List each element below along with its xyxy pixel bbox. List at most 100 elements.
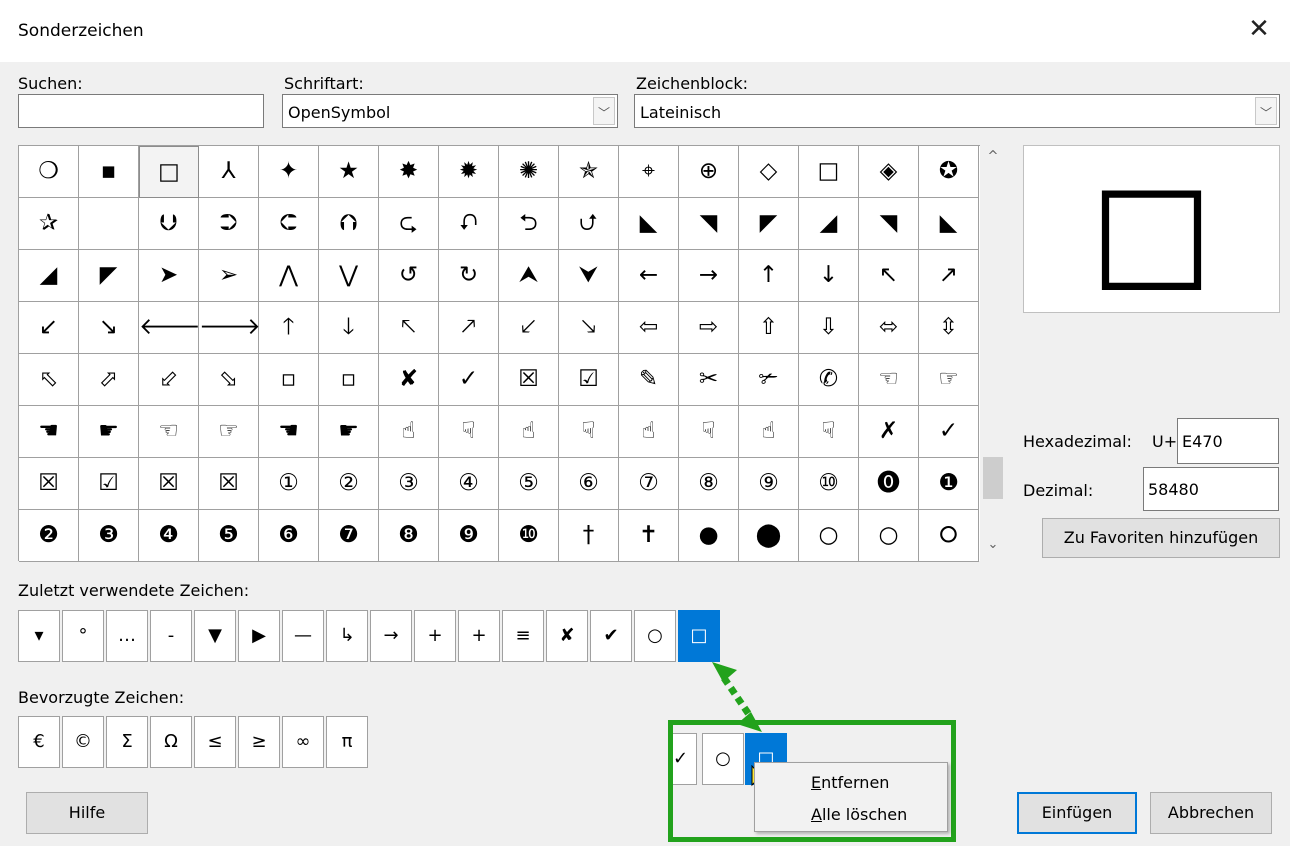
- grid-cell[interactable]: ☞: [919, 354, 979, 406]
- grid-cell[interactable]: ❾: [439, 510, 499, 562]
- recent-char[interactable]: ▾: [18, 610, 60, 662]
- grid-cell[interactable]: ↓: [799, 250, 859, 302]
- grid-cell[interactable]: ❶: [919, 458, 979, 510]
- grid-cell[interactable]: ⮌: [499, 198, 559, 250]
- recent-char[interactable]: ≡: [502, 610, 544, 662]
- grid-cell[interactable]: ❸: [79, 510, 139, 562]
- grid-cell[interactable]: ⮊: [199, 198, 259, 250]
- grid-cell[interactable]: ⇳: [919, 302, 979, 354]
- grid-cell[interactable]: ⑥: [559, 458, 619, 510]
- grid-cell[interactable]: ☝: [379, 406, 439, 458]
- recent-char[interactable]: →: [370, 610, 412, 662]
- grid-cell[interactable]: ☒: [499, 354, 559, 406]
- grid-cell[interactable]: ↙: [19, 302, 79, 354]
- grid-cell[interactable]: ⅄: [199, 146, 259, 198]
- recent-char[interactable]: …: [106, 610, 148, 662]
- grid-cell[interactable]: ❽: [379, 510, 439, 562]
- grid-cell[interactable]: ⑨: [739, 458, 799, 510]
- scroll-down-icon[interactable]: ⌄: [980, 537, 1006, 552]
- recent-char[interactable]: ✔: [590, 610, 632, 662]
- favorite-char[interactable]: ∞: [282, 716, 324, 768]
- grid-cell[interactable]: ☝: [619, 406, 679, 458]
- grid-cell[interactable]: ⑧: [679, 458, 739, 510]
- grid-cell[interactable]: ⊕: [679, 146, 739, 198]
- grid-cell[interactable]: 🡐: [139, 302, 201, 354]
- grid-cell[interactable]: ☚: [19, 406, 79, 458]
- grid-cell[interactable]: ●: [679, 510, 739, 562]
- grid-cell[interactable]: ❼: [319, 510, 379, 562]
- recent-char[interactable]: ▶: [238, 610, 280, 662]
- grid-cell[interactable]: ⑤: [499, 458, 559, 510]
- grid-cell[interactable]: ✺: [499, 146, 559, 198]
- grid-cell[interactable]: ✆: [799, 354, 859, 406]
- grid-cell[interactable]: ☒: [199, 458, 259, 510]
- recent-char[interactable]: ✘: [546, 610, 588, 662]
- grid-cell[interactable]: ✯: [559, 146, 619, 198]
- chevron-down-icon[interactable]: ﹀: [593, 97, 615, 125]
- grid-cell[interactable]: ❻: [259, 510, 319, 562]
- favorite-char[interactable]: Σ: [106, 716, 148, 768]
- grid-cell[interactable]: 🡖: [559, 302, 619, 354]
- favorite-char[interactable]: π: [326, 716, 368, 768]
- grid-cell[interactable]: ◈: [859, 146, 919, 198]
- grid-cell[interactable]: ❷: [19, 510, 79, 562]
- grid-cell[interactable]: ❍: [19, 146, 79, 198]
- grid-cell[interactable]: →: [679, 250, 739, 302]
- grid-cell[interactable]: ↑: [739, 250, 799, 302]
- grid-cell[interactable]: ▫: [259, 354, 319, 406]
- grid-cell[interactable]: ↘: [79, 302, 139, 354]
- grid-cell[interactable]: ◢: [799, 198, 859, 250]
- grid-cell[interactable]: ✎: [619, 354, 679, 406]
- menu-item-remove[interactable]: Entfernen: [811, 773, 889, 792]
- grid-cell[interactable]: ☟: [679, 406, 739, 458]
- favorite-char[interactable]: Ω: [150, 716, 192, 768]
- grid-cell[interactable]: 🡒: [199, 302, 261, 354]
- grid-cell[interactable]: ✓: [919, 406, 979, 458]
- scroll-thumb[interactable]: [983, 457, 1003, 499]
- grid-cell[interactable]: ⬤: [739, 510, 799, 562]
- grid-cell[interactable]: ❺: [199, 510, 259, 562]
- grid-cell[interactable]: ◢: [19, 250, 79, 302]
- grid-cell[interactable]: ①: [259, 458, 319, 510]
- grid-cell[interactable]: ⮏: [439, 198, 499, 250]
- grid-cell[interactable]: ⬃: [139, 354, 199, 406]
- grid-cell[interactable]: ☛: [319, 406, 379, 458]
- grid-cell[interactable]: ❿: [499, 510, 559, 562]
- grid-cell[interactable]: ◣: [919, 198, 979, 250]
- grid-cell[interactable]: ⮈: [259, 198, 319, 250]
- grid-cell[interactable]: ◥: [859, 198, 919, 250]
- grid-cell[interactable]: ✪: [919, 146, 979, 198]
- grid-cell[interactable]: ☑: [559, 354, 619, 406]
- grid-cell[interactable]: ☜: [859, 354, 919, 406]
- grid-cell[interactable]: 🡔: [379, 302, 439, 354]
- grid-cell[interactable]: ⭘: [919, 510, 979, 562]
- grid-cell[interactable]: ⬀: [79, 354, 139, 406]
- grid-cell[interactable]: ☝: [739, 406, 799, 458]
- grid-cell[interactable]: ↻: [439, 250, 499, 302]
- grid-cell[interactable]: ⬄: [859, 302, 919, 354]
- grid-cell[interactable]: ▫: [319, 354, 379, 406]
- recent-char[interactable]: —: [282, 610, 324, 662]
- grid-cell[interactable]: ☟: [799, 406, 859, 458]
- recent-char[interactable]: +: [458, 610, 500, 662]
- grid-cell[interactable]: □: [799, 146, 859, 198]
- grid-cell[interactable]: ☒: [19, 458, 79, 510]
- grid-cell[interactable]: 🡕: [439, 302, 499, 354]
- grid-cell[interactable]: ⬁: [19, 354, 79, 406]
- recent-char[interactable]: °: [62, 610, 104, 662]
- favorite-char[interactable]: ≤: [194, 716, 236, 768]
- grid-cell[interactable]: ✹: [439, 146, 499, 198]
- grid-cell[interactable]: ○: [799, 510, 859, 562]
- grid-cell[interactable]: ✦: [259, 146, 319, 198]
- grid-cell[interactable]: ⮝: [499, 250, 559, 302]
- grid-cell[interactable]: ⮟: [559, 250, 619, 302]
- character-grid[interactable]: ❍ ▪ □ ⅄ ✦ ★ ✸ ✹ ✺ ✯ ⌖ ⊕ ◇ □ ◈ ✪ ✰ ⮋ ⮊ ⮈ ⮉ ⮎ ⮏ ⮌ ⮍ ◣ ◥ ◤ ◢ ◥ ◣ ◢ ◤ ➤ ➢ ⋀ ⋁ ↺ ↻ ⮝…: [18, 145, 980, 562]
- scroll-up-icon[interactable]: ^: [980, 149, 1006, 164]
- help-button[interactable]: Hilfe: [26, 792, 148, 834]
- grid-cell[interactable]: ⬂: [199, 354, 259, 406]
- recent-char[interactable]: ○: [634, 610, 676, 662]
- decimal-input[interactable]: [1143, 467, 1279, 511]
- grid-cell[interactable]: ◤: [79, 250, 139, 302]
- grid-cell[interactable]: ☑: [79, 458, 139, 510]
- grid-cell[interactable]: ◇: [739, 146, 799, 198]
